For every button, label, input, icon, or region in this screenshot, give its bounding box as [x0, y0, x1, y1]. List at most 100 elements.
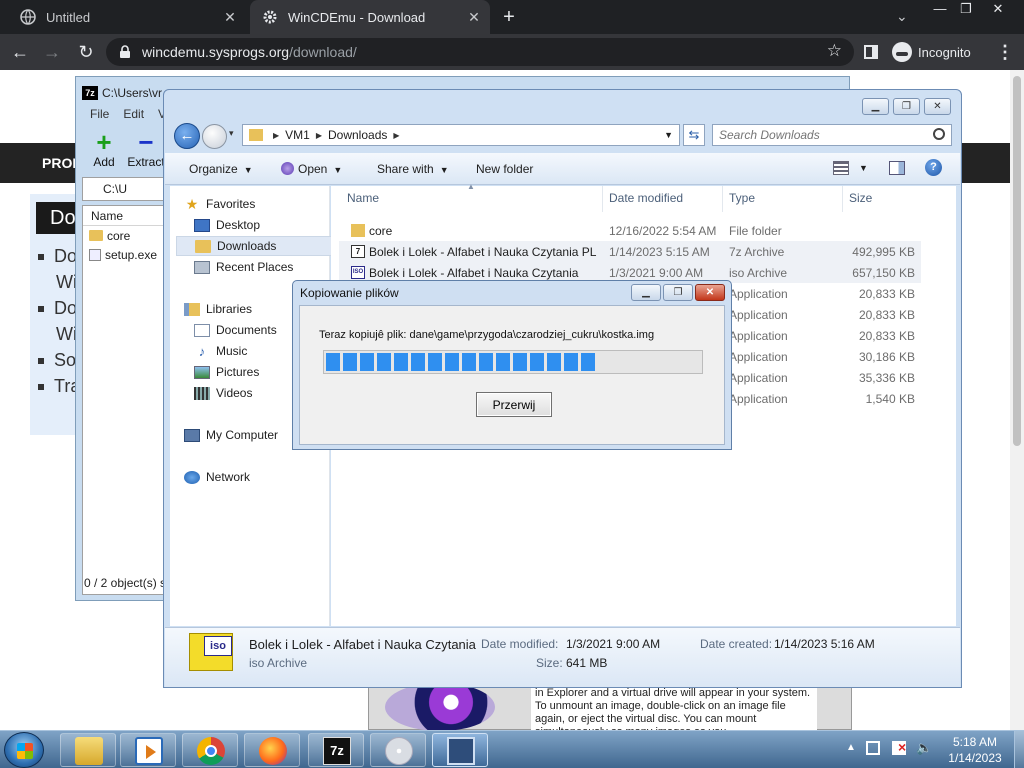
- action-center-icon[interactable]: [866, 741, 880, 755]
- close-icon[interactable]: ✕: [695, 284, 725, 301]
- back-icon[interactable]: ←: [8, 40, 32, 64]
- open-icon: [281, 162, 294, 175]
- tab-title: WinCDEmu - Download: [288, 9, 426, 25]
- menu-edit[interactable]: Edit: [123, 107, 144, 121]
- taskbar-7zip[interactable]: 7z: [308, 733, 364, 767]
- breadcrumb-sep-icon[interactable]: ▶: [316, 131, 322, 140]
- start-button[interactable]: [4, 732, 44, 768]
- file-row[interactable]: core 12/16/2022 5:54 AM File folder: [339, 220, 921, 241]
- refresh-icon[interactable]: ⇆: [683, 124, 705, 146]
- address-bar[interactable]: wincdemu.sysprogs.org/download/ ☆: [106, 38, 854, 66]
- share-with-button[interactable]: Share with ▼: [377, 162, 449, 176]
- close-icon[interactable]: ✕: [984, 0, 1012, 18]
- maximize-icon[interactable]: ❐: [663, 284, 693, 301]
- reload-icon[interactable]: ↻: [74, 40, 98, 64]
- page-scrollbar[interactable]: [1010, 70, 1024, 730]
- view-options-icon[interactable]: [833, 161, 849, 175]
- details-date-created-label: Date created:: [700, 637, 773, 651]
- taskbar-wincdemu[interactable]: [370, 733, 426, 767]
- column-header-size[interactable]: Size: [849, 191, 872, 205]
- extract-button[interactable]: − Extract: [124, 129, 168, 169]
- close-icon[interactable]: ✕: [924, 98, 951, 115]
- breadcrumb-sep-icon[interactable]: ▶: [273, 131, 279, 140]
- tab-untitled[interactable]: Untitled ✕: [8, 0, 246, 34]
- 7zip-file-list: Name core setup.exe: [82, 205, 164, 595]
- taskbar-media-player[interactable]: [120, 733, 176, 767]
- file-type: File folder: [729, 224, 782, 238]
- back-arrow-icon[interactable]: ←: [174, 123, 200, 149]
- add-button[interactable]: + Add: [82, 129, 126, 169]
- breadcrumb-downloads[interactable]: Downloads: [328, 128, 387, 142]
- restore-icon[interactable]: ❐: [952, 0, 980, 18]
- file-size: 657,150 KB: [852, 266, 915, 280]
- help-icon[interactable]: ?: [925, 159, 942, 176]
- bullet-item[interactable]: So: [38, 350, 76, 371]
- search-input[interactable]: [719, 126, 929, 144]
- 7zip-address[interactable]: C:\U: [82, 177, 164, 201]
- file-row[interactable]: 7 Bolek i Lolek - Alfabet i Nauka Czytani…: [339, 241, 921, 262]
- nav-network[interactable]: Network: [184, 467, 342, 487]
- minimize-icon[interactable]: ▁: [631, 284, 661, 301]
- address-dropdown-icon[interactable]: ▼: [664, 130, 673, 140]
- window-controls: ▁ ❐ ✕: [858, 98, 951, 115]
- breadcrumb-vm1[interactable]: VM1: [285, 128, 310, 142]
- taskbar-chrome[interactable]: [182, 733, 238, 767]
- bullet-item-cont[interactable]: Wi: [56, 272, 77, 293]
- nav-downloads[interactable]: Downloads: [176, 236, 334, 256]
- taskbar-explorer[interactable]: [60, 733, 116, 767]
- forward-arrow-icon[interactable]: [202, 124, 227, 149]
- explorer-address-bar[interactable]: ▶ VM1 ▶ Downloads ▶ ▼: [242, 124, 680, 146]
- maximize-icon[interactable]: ❐: [893, 98, 920, 115]
- libraries-icon: [184, 302, 200, 316]
- browser-tab-bar: Untitled ✕ WinCDEmu - Download ✕ + ⌄ — ❐…: [0, 0, 1024, 34]
- bookmark-star-icon[interactable]: ☆: [827, 41, 842, 61]
- scrollbar-thumb[interactable]: [1013, 76, 1021, 446]
- new-folder-button[interactable]: New folder: [476, 162, 533, 176]
- open-button[interactable]: Open ▼: [281, 162, 342, 176]
- info-card: in Explorer and a virtual drive will app…: [368, 682, 852, 730]
- taskbar-copy-tool[interactable]: [432, 733, 488, 767]
- breadcrumb-sep-icon[interactable]: ▶: [393, 131, 399, 140]
- tab-close-icon[interactable]: ✕: [220, 9, 240, 26]
- system-clock[interactable]: 5:18 AM 1/14/2023: [940, 734, 1010, 766]
- tab-close-icon[interactable]: ✕: [464, 9, 484, 26]
- details-size: 641 MB: [566, 656, 608, 670]
- volume-icon[interactable]: 🔈: [916, 741, 932, 755]
- list-item[interactable]: setup.exe: [83, 245, 163, 264]
- network-status-icon[interactable]: [892, 739, 906, 755]
- side-panel-icon[interactable]: [864, 45, 878, 59]
- show-desktop-button[interactable]: [1014, 731, 1024, 768]
- bullet-item-cont[interactable]: Wi: [56, 324, 77, 345]
- stop-button[interactable]: Przerwij: [476, 392, 552, 417]
- bullet-item[interactable]: Do: [38, 246, 77, 267]
- show-hidden-icons-icon[interactable]: ▲: [846, 742, 856, 753]
- minimize-icon[interactable]: ▁: [862, 98, 889, 115]
- taskbar-firefox[interactable]: [244, 733, 300, 767]
- tab-wincdemu[interactable]: WinCDEmu - Download ✕: [250, 0, 490, 34]
- menu-file[interactable]: File: [90, 107, 109, 121]
- list-item[interactable]: core: [83, 226, 163, 245]
- chevron-down-icon[interactable]: ⌄: [896, 8, 908, 25]
- menu-kebab-icon[interactable]: ⋮: [996, 42, 1014, 63]
- search-box[interactable]: [712, 124, 952, 146]
- column-header-name[interactable]: Name: [83, 206, 163, 226]
- nav-recent-places[interactable]: Recent Places: [194, 257, 328, 277]
- new-tab-icon[interactable]: +: [498, 6, 520, 28]
- search-icon[interactable]: [933, 128, 945, 140]
- computer-icon: [184, 428, 200, 442]
- column-header-type[interactable]: Type: [729, 191, 755, 205]
- chevron-down-icon[interactable]: ▼: [859, 163, 868, 173]
- column-header-name[interactable]: Name: [347, 191, 379, 205]
- minimize-icon[interactable]: —: [926, 0, 954, 18]
- incognito-indicator[interactable]: Incognito: [892, 42, 971, 62]
- preview-pane-icon[interactable]: [889, 161, 905, 175]
- organize-button[interactable]: Organize ▼: [189, 162, 253, 176]
- bullet-item[interactable]: Do: [38, 298, 77, 319]
- column-header-date[interactable]: Date modified: [609, 191, 683, 205]
- nav-favorites[interactable]: ★ Favorites: [184, 194, 342, 214]
- bullet-item[interactable]: Tra: [38, 376, 80, 397]
- recent-pages-icon[interactable]: ▾: [229, 128, 234, 139]
- forward-icon[interactable]: →: [40, 40, 64, 64]
- nav-desktop[interactable]: Desktop: [194, 215, 328, 235]
- windows-logo-icon: [17, 743, 33, 759]
